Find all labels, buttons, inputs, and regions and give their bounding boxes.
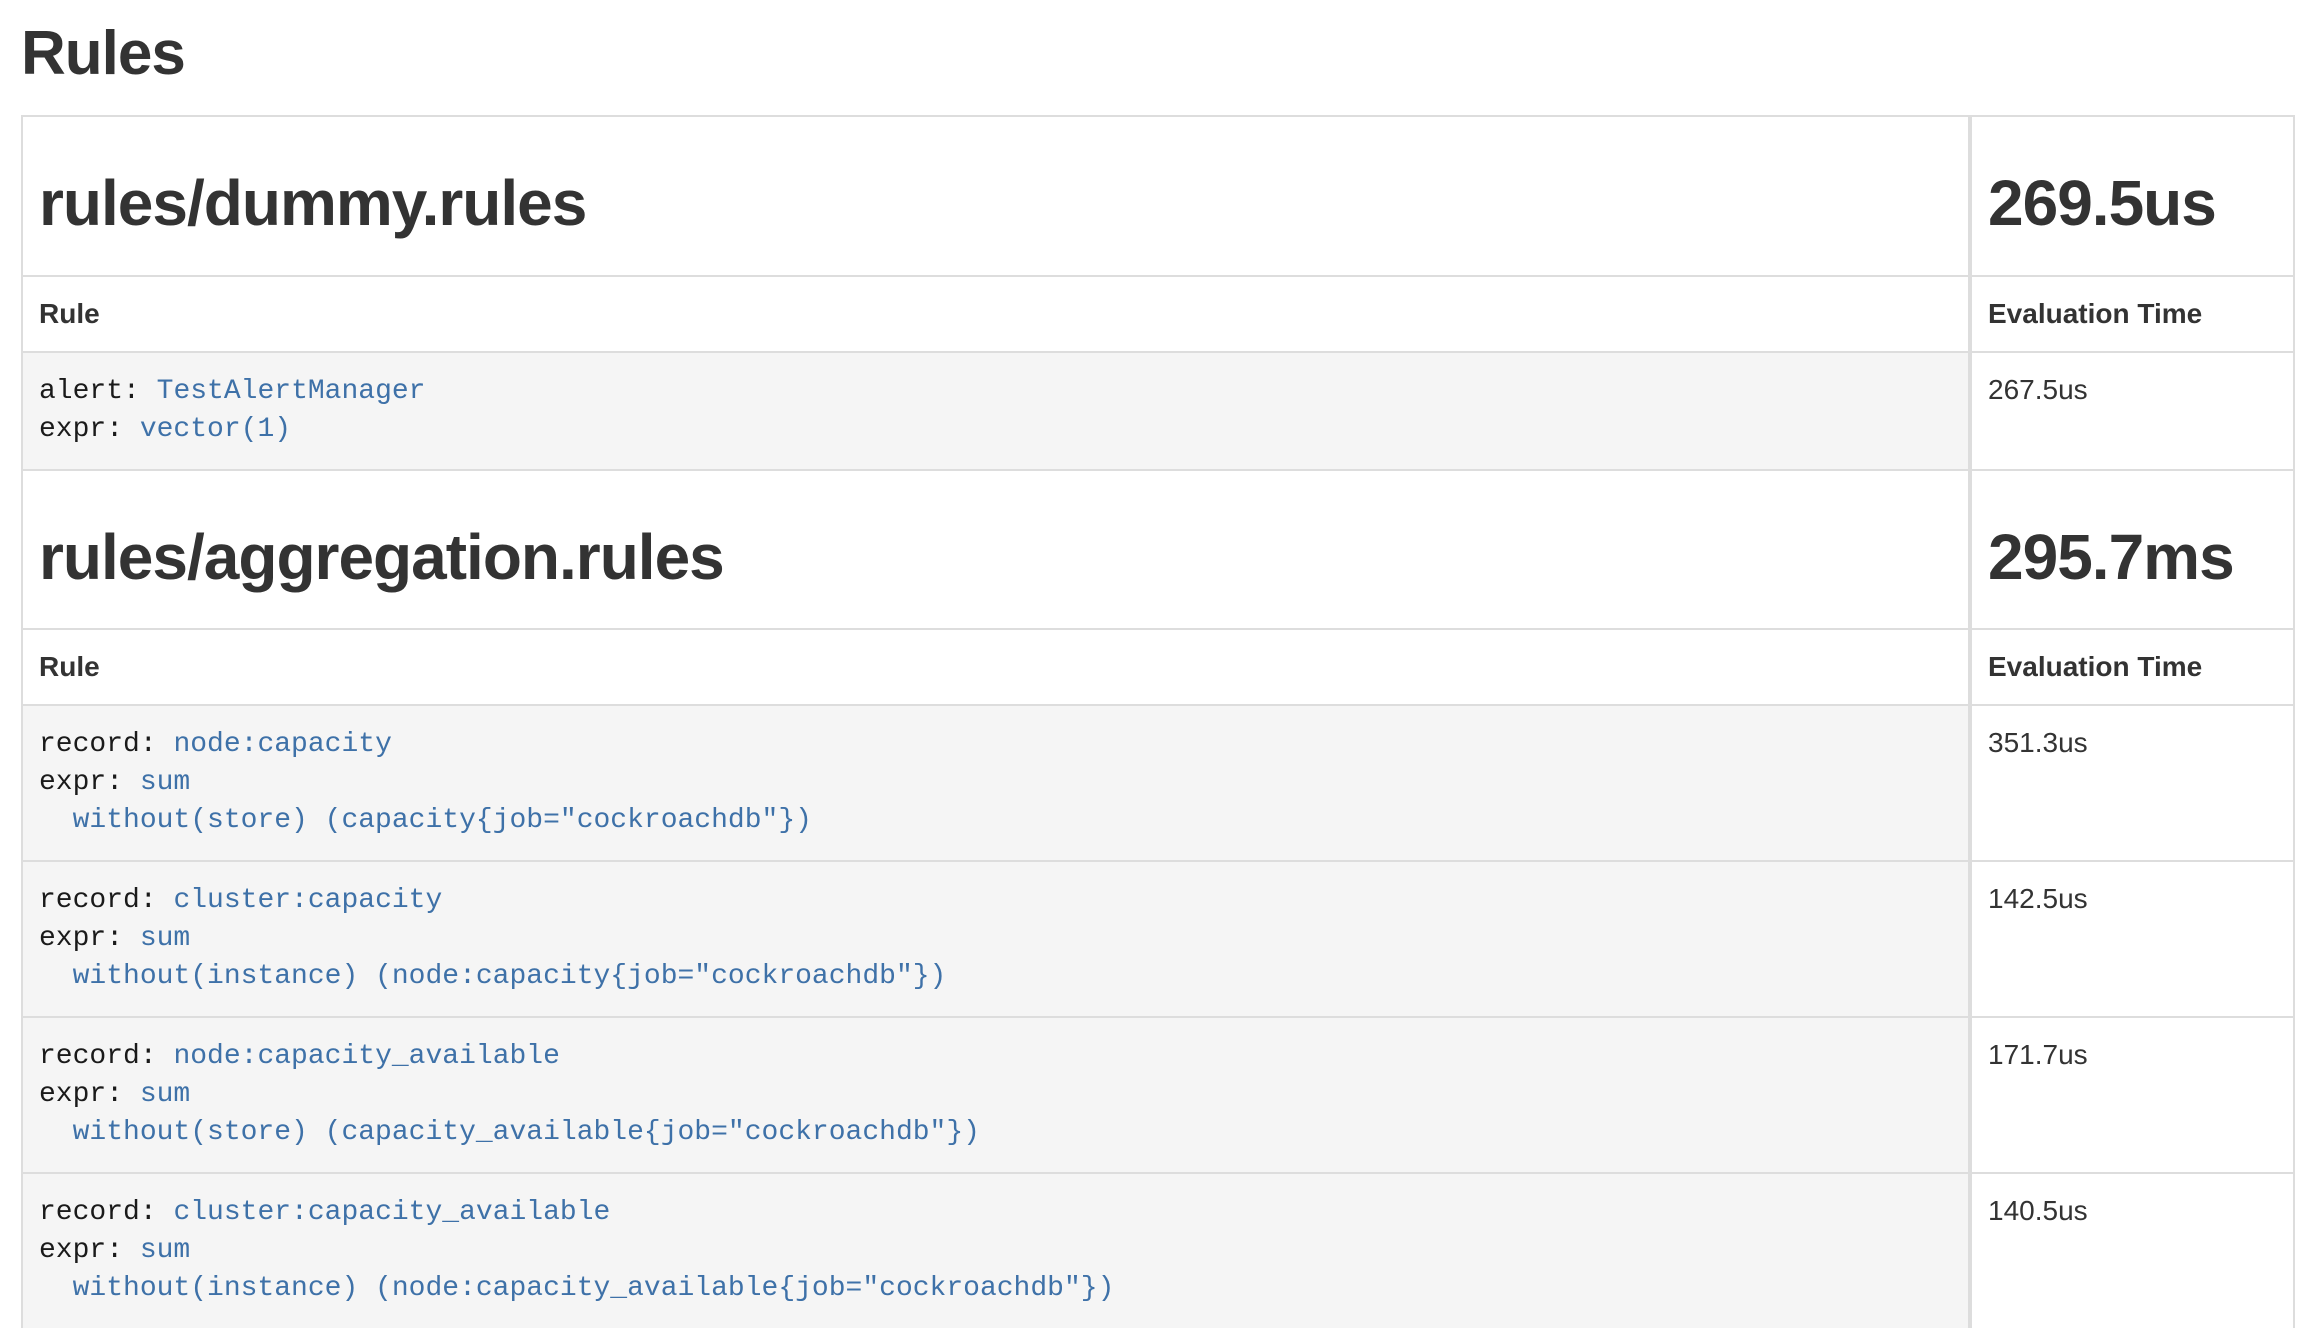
rule-keyword: record: — [39, 885, 157, 916]
evaluation-time-column-header: Evaluation Time — [1968, 630, 2293, 704]
rule-code-link[interactable]: sum — [140, 1079, 190, 1110]
rule-definition: record: cluster:capacity expr: sum witho… — [23, 862, 1968, 1016]
rule-code-link[interactable]: TestAlertManager — [157, 376, 426, 407]
rule-evaluation-time: 351.3us — [1968, 706, 2293, 860]
rule-code-link[interactable]: sum — [140, 767, 190, 798]
rule-code-link[interactable]: cluster:capacity_available — [173, 1197, 610, 1228]
rule-group-file-cell: rules/aggregation.rules — [23, 471, 1968, 629]
rule-row: record: node:capacity expr: sum without(… — [23, 704, 2293, 860]
rule-code: record: node:capacity expr: sum without(… — [39, 726, 1952, 840]
column-header-row: RuleEvaluation Time — [23, 628, 2293, 704]
rule-code-link[interactable]: vector(1) — [140, 414, 291, 445]
rule-code-link[interactable]: node:capacity_available — [173, 1041, 559, 1072]
rule-evaluation-time: 171.7us — [1968, 1018, 2293, 1172]
rule-definition: record: node:capacity expr: sum without(… — [23, 706, 1968, 860]
rule-keyword: alert: — [39, 376, 140, 407]
rule-code: record: node:capacity_available expr: su… — [39, 1038, 1952, 1152]
rule-code-link[interactable]: without(instance) (node:capacity_availab… — [39, 1273, 1114, 1304]
rule-group-header-row: rules/dummy.rules 269.5us — [23, 117, 2293, 275]
rule-definition: record: cluster:capacity_available expr:… — [23, 1174, 1968, 1328]
rule-column-header: Rule — [23, 630, 1968, 704]
rule-keyword: record: — [39, 1197, 157, 1228]
rule-code-link[interactable]: without(instance) (node:capacity{job="co… — [39, 961, 946, 992]
rule-row: record: cluster:capacity_available expr:… — [23, 1172, 2293, 1328]
rule-code-link[interactable]: cluster:capacity — [173, 885, 442, 916]
rule-evaluation-time: 142.5us — [1968, 862, 2293, 1016]
rule-keyword: expr: — [39, 414, 123, 445]
rule-group-header-row: rules/aggregation.rules 295.7ms — [23, 469, 2293, 629]
page-title: Rules — [21, 18, 2295, 89]
rule-code-link[interactable]: without(store) (capacity{job="cockroachd… — [39, 805, 812, 836]
rule-definition: record: node:capacity_available expr: su… — [23, 1018, 1968, 1172]
rules-table: rules/dummy.rules269.5usRuleEvaluation T… — [21, 115, 2295, 1328]
rule-code: record: cluster:capacity_available expr:… — [39, 1194, 1952, 1308]
rule-group-file: rules/dummy.rules — [39, 167, 1952, 241]
rule-keyword: expr: — [39, 923, 123, 954]
evaluation-time-column-header: Evaluation Time — [1968, 277, 2293, 351]
rule-evaluation-time: 267.5us — [1968, 353, 2293, 469]
rule-evaluation-time: 140.5us — [1968, 1174, 2293, 1328]
rule-code: record: cluster:capacity expr: sum witho… — [39, 882, 1952, 996]
rule-keyword: record: — [39, 1041, 157, 1072]
rule-code-link[interactable]: without(store) (capacity_available{job="… — [39, 1117, 980, 1148]
column-header-row: RuleEvaluation Time — [23, 275, 2293, 351]
rule-keyword: expr: — [39, 1079, 123, 1110]
rule-row: record: cluster:capacity expr: sum witho… — [23, 860, 2293, 1016]
rule-row: alert: TestAlertManager expr: vector(1)2… — [23, 351, 2293, 469]
rule-row: record: node:capacity_available expr: su… — [23, 1016, 2293, 1172]
rule-code: alert: TestAlertManager expr: vector(1) — [39, 373, 1952, 449]
rule-keyword: record: — [39, 729, 157, 760]
rule-group-file-cell: rules/dummy.rules — [23, 117, 1968, 275]
rule-group-evaluation-time: 295.7ms — [1988, 521, 2277, 595]
rule-column-header: Rule — [23, 277, 1968, 351]
rule-group-eval-time-cell: 295.7ms — [1968, 471, 2293, 629]
rule-code-link[interactable]: sum — [140, 923, 190, 954]
rule-group-file: rules/aggregation.rules — [39, 521, 1952, 595]
rule-group-eval-time-cell: 269.5us — [1968, 117, 2293, 275]
rule-keyword: expr: — [39, 1235, 123, 1266]
rule-keyword: expr: — [39, 767, 123, 798]
rule-group-evaluation-time: 269.5us — [1988, 167, 2277, 241]
rule-definition: alert: TestAlertManager expr: vector(1) — [23, 353, 1968, 469]
rule-code-link[interactable]: sum — [140, 1235, 190, 1266]
rule-code-link[interactable]: node:capacity — [173, 729, 391, 760]
